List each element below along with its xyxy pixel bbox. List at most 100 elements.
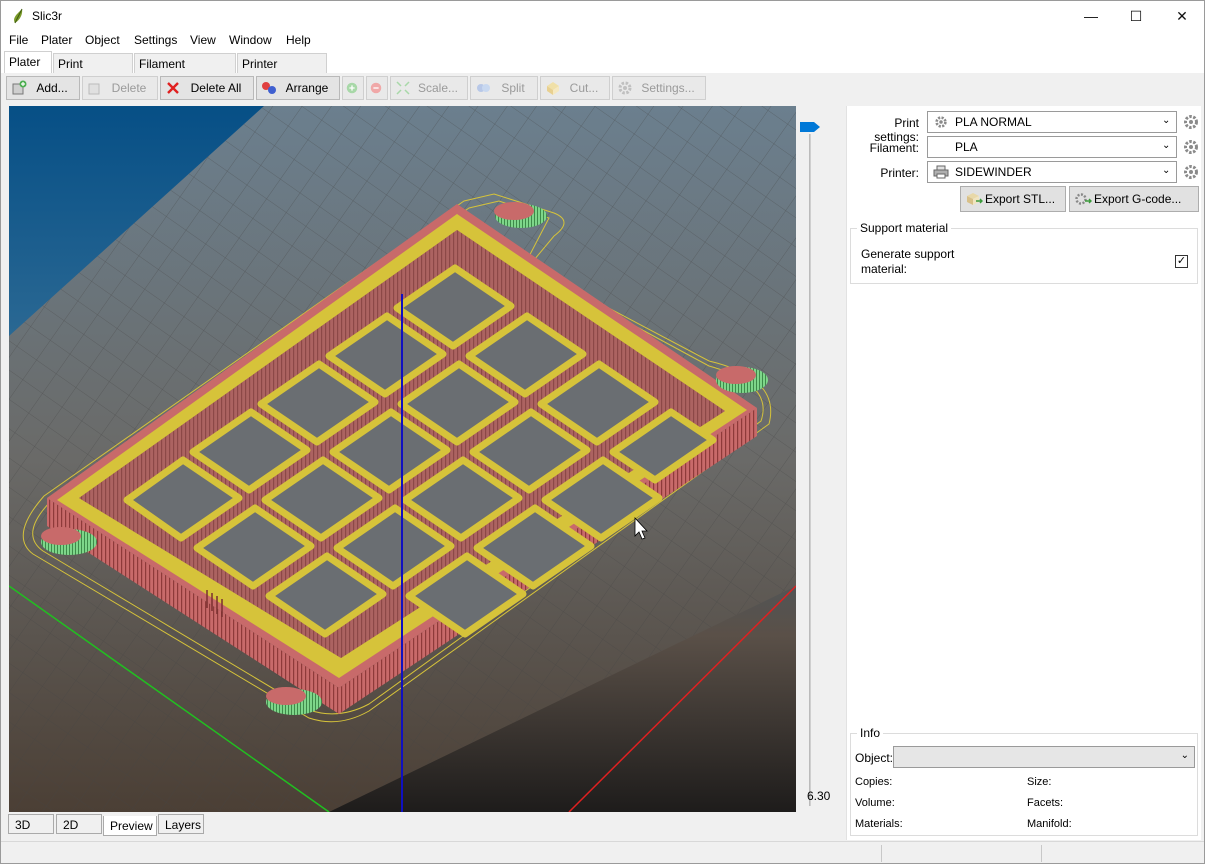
export-stl-label: Export STL... (985, 192, 1056, 206)
printer-edit-gear-icon[interactable] (1183, 164, 1199, 180)
add-button-label: Add... (36, 81, 68, 95)
generate-support-checkbox[interactable]: ✓ (1175, 255, 1188, 268)
tab-3d[interactable]: 3D (8, 814, 54, 834)
cut-icon (547, 82, 559, 95)
status-separator (881, 845, 882, 862)
menu-view[interactable]: View (190, 33, 216, 47)
print-settings-dropdown[interactable]: PLA NORMAL ⌄ (927, 111, 1177, 133)
chevron-down-icon: ⌄ (1180, 750, 1189, 761)
tab-plater[interactable]: Plater (4, 51, 52, 74)
preview-scene (9, 106, 796, 812)
generate-support-label: Generate support (861, 247, 955, 261)
filament-edit-gear-icon[interactable] (1183, 139, 1199, 155)
increase-copies-button[interactable] (342, 76, 364, 100)
layer-height-slider[interactable]: 6.30 (799, 106, 839, 812)
object-label: Object: (855, 751, 894, 765)
generate-support-label-2: material: (861, 262, 908, 276)
printer-label: Printer: (880, 166, 919, 180)
split-button-label: Split (501, 81, 525, 95)
printer-icon (933, 165, 949, 179)
window-title: Slic3r (32, 9, 63, 23)
status-bar (1, 841, 1204, 863)
tab-2d[interactable]: 2D (56, 814, 102, 834)
menu-file[interactable]: File (9, 33, 28, 47)
plater-panel: Add... Delete Delete All Arrange Scale..… (0, 73, 1205, 864)
printer-value: SIDEWINDER (955, 165, 1032, 179)
menu-plater[interactable]: Plater (41, 33, 72, 47)
tab-print-settings[interactable]: Print Settings (53, 53, 133, 85)
gear-icon (618, 81, 632, 95)
object-select[interactable]: ⌄ (893, 746, 1195, 768)
facets-label: Facets: (1027, 797, 1064, 809)
info-group: Info Object: ⌄ Copies: Size: Volume: Fac… (850, 726, 1198, 836)
slic3r-logo-icon (14, 8, 23, 24)
cut-button-label: Cut... (569, 81, 599, 95)
plus-icon (346, 82, 358, 94)
support-material-group: Support material Generate support materi… (850, 221, 1198, 284)
split-button[interactable]: Split (470, 76, 538, 100)
gear-icon (935, 116, 947, 128)
chevron-down-icon: ⌄ (1162, 140, 1171, 151)
export-gcode-button[interactable]: Export G-code... (1069, 186, 1199, 212)
size-label: Size: (1027, 776, 1052, 788)
minus-icon (370, 82, 382, 94)
delete-all-button-label: Delete All (190, 81, 242, 95)
tab-filament-settings[interactable]: Filament Settings (134, 53, 236, 85)
scale-button[interactable]: Scale... (390, 76, 468, 100)
title-bar: Slic3r — ☐ ✕ (0, 0, 1205, 31)
export-gcode-label: Export G-code... (1094, 192, 1182, 206)
print-settings-value: PLA NORMAL (955, 115, 1032, 129)
preview-canvas[interactable] (9, 106, 796, 812)
chevron-down-icon: ⌄ (1162, 165, 1171, 176)
add-button[interactable]: Add... (6, 76, 80, 100)
delete-all-button[interactable]: Delete All (160, 76, 254, 100)
close-button[interactable]: ✕ (1159, 1, 1205, 31)
filament-value: PLA (955, 140, 978, 154)
menu-bar: File Plater Object Settings View Window … (0, 31, 1205, 51)
status-separator (1041, 845, 1042, 862)
printer-dropdown[interactable]: SIDEWINDER ⌄ (927, 161, 1177, 183)
info-title: Info (857, 726, 884, 740)
tab-bar: Plater Print Settings Filament Settings … (0, 51, 1205, 85)
delete-button[interactable]: Delete (82, 76, 158, 100)
minimize-button[interactable]: — (1068, 1, 1114, 31)
menu-object[interactable]: Object (85, 33, 120, 47)
export-stl-icon (967, 193, 983, 205)
volume-label: Volume: (855, 797, 895, 809)
chevron-down-icon: ⌄ (1162, 115, 1171, 126)
menu-settings[interactable]: Settings (134, 33, 177, 47)
print-settings-label: Print settings: (874, 116, 919, 144)
tab-preview[interactable]: Preview (103, 816, 157, 836)
maximize-button[interactable]: ☐ (1113, 1, 1159, 31)
manifold-label: Manifold: (1027, 818, 1072, 830)
copies-label: Copies: (855, 776, 893, 788)
delete-object-icon (88, 83, 100, 95)
layer-height-value: 6.30 (807, 789, 831, 803)
slider-track (809, 134, 811, 806)
settings-sidebar: Print settings: PLA NORMAL ⌄ Filament: P… (846, 106, 1201, 840)
filament-label: Filament: (869, 141, 919, 155)
arrange-icon (262, 82, 276, 94)
cut-button[interactable]: Cut... (540, 76, 610, 100)
filament-dropdown[interactable]: PLA ⌄ (927, 136, 1177, 158)
menu-help[interactable]: Help (286, 33, 311, 47)
add-object-icon (12, 80, 27, 95)
arrange-button-label: Arrange (285, 81, 329, 95)
filament-color-swatch (933, 140, 949, 154)
slider-thumb[interactable] (800, 122, 820, 132)
object-settings-button[interactable]: Settings... (612, 76, 706, 100)
export-stl-button[interactable]: Export STL... (960, 186, 1066, 212)
split-icon (477, 84, 490, 92)
scale-icon (396, 81, 410, 95)
print-settings-edit-gear-icon[interactable] (1183, 114, 1199, 130)
materials-label: Materials: (855, 818, 903, 830)
decrease-copies-button[interactable] (366, 76, 388, 100)
arrange-button[interactable]: Arrange (256, 76, 340, 100)
menu-window[interactable]: Window (229, 33, 272, 47)
scale-button-label: Scale... (417, 81, 459, 95)
support-material-title: Support material (857, 221, 952, 235)
tab-layers[interactable]: Layers (158, 814, 204, 834)
tab-printer-settings[interactable]: Printer Settings (237, 53, 327, 85)
export-gcode-icon (1075, 193, 1092, 205)
red-x-icon (167, 82, 179, 94)
